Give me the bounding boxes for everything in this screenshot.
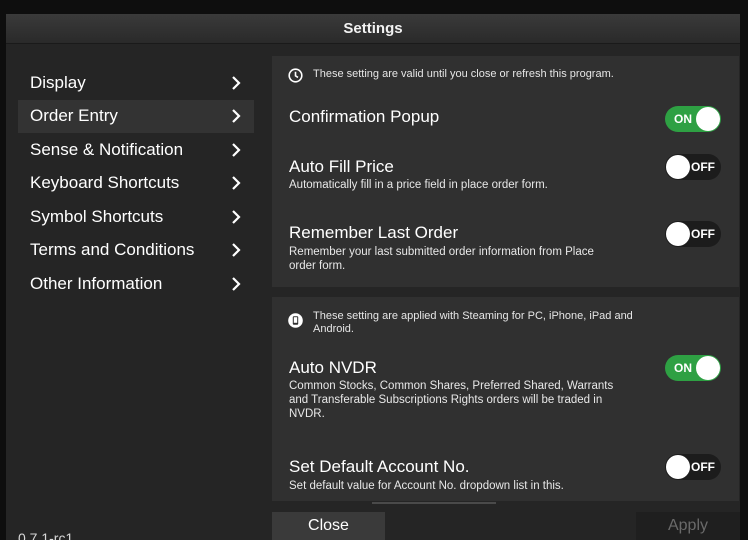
default-account-title: Set Default Account No. [289,457,470,476]
settings-title-bar: Settings [6,14,740,44]
sidebar-item-label: Display [30,72,86,92]
auto-fill-price-title: Auto Fill Price [289,157,394,176]
chevron-right-icon [230,142,242,158]
sidebar-item-label: Other Information [30,273,163,293]
auto-fill-price-description: Automatically fill in a price field in p… [289,179,548,191]
default-account-toggle[interactable]: OFF [665,454,721,480]
session-notice-text: These setting are valid until you close … [313,68,614,80]
sidebar-item-label: Keyboard Shortcuts [30,173,180,193]
sidebar-item-order-entry[interactable]: Order Entry [18,99,254,133]
sidebar-item-label: Order Entry [30,106,118,126]
sidebar-item-label: Terms and Conditions [30,240,195,260]
synced-settings-panel: These setting are applied with Steaming … [272,297,739,501]
chevron-right-icon [230,175,242,191]
sidebar-item-other-information[interactable]: Other Information [18,267,254,301]
session-settings-panel: These setting are valid until you close … [272,56,739,287]
remember-last-order-description: Remember your last submitted order infor… [289,246,594,272]
sidebar-item-keyboard-shortcuts[interactable]: Keyboard Shortcuts [18,167,254,201]
chevron-right-icon [230,108,242,124]
remember-last-order-title: Remember Last Order [289,223,459,242]
close-button[interactable]: Close [272,512,385,540]
auto-nvdr-title: Auto NVDR [289,358,377,377]
sidebar-item-label: Sense & Notification [30,139,184,159]
apply-button[interactable]: Apply [636,512,740,540]
remember-last-order-toggle[interactable]: OFF [665,221,721,247]
sync-notice: These setting are applied with Steaming … [288,310,668,336]
sidebar-item-label: Symbol Shortcuts [30,206,164,226]
mobile-device-icon [288,313,303,328]
sidebar-item-symbol-shortcuts[interactable]: Symbol Shortcuts [18,200,254,234]
version-label: 0.7.1-rc1 [18,530,74,540]
sidebar-item-display[interactable]: Display [18,66,254,100]
auto-nvdr-toggle[interactable]: ON [665,355,721,381]
chevron-right-icon [230,209,242,225]
chevron-right-icon [230,75,242,91]
sync-notice-text: These setting are applied with Steaming … [313,310,633,335]
scroll-indicator[interactable] [372,502,496,504]
confirmation-popup-title: Confirmation Popup [289,107,440,126]
sidebar-item-sense-notification[interactable]: Sense & Notification [18,133,254,167]
default-account-description: Set default value for Account No. dropdo… [289,480,564,492]
session-notice: These setting are valid until you close … [288,68,614,83]
window-title: Settings [343,20,403,37]
sidebar-item-terms-conditions[interactable]: Terms and Conditions [18,234,254,268]
chevron-right-icon [230,276,242,292]
chevron-right-icon [230,242,242,258]
auto-nvdr-description: Common Stocks, Common Shares, Preferred … [289,380,614,420]
clock-icon [288,68,303,83]
auto-fill-price-toggle[interactable]: OFF [665,154,721,180]
settings-sidebar: Display Order Entry Sense & Notification… [18,66,254,301]
confirmation-popup-toggle[interactable]: ON [665,106,721,132]
